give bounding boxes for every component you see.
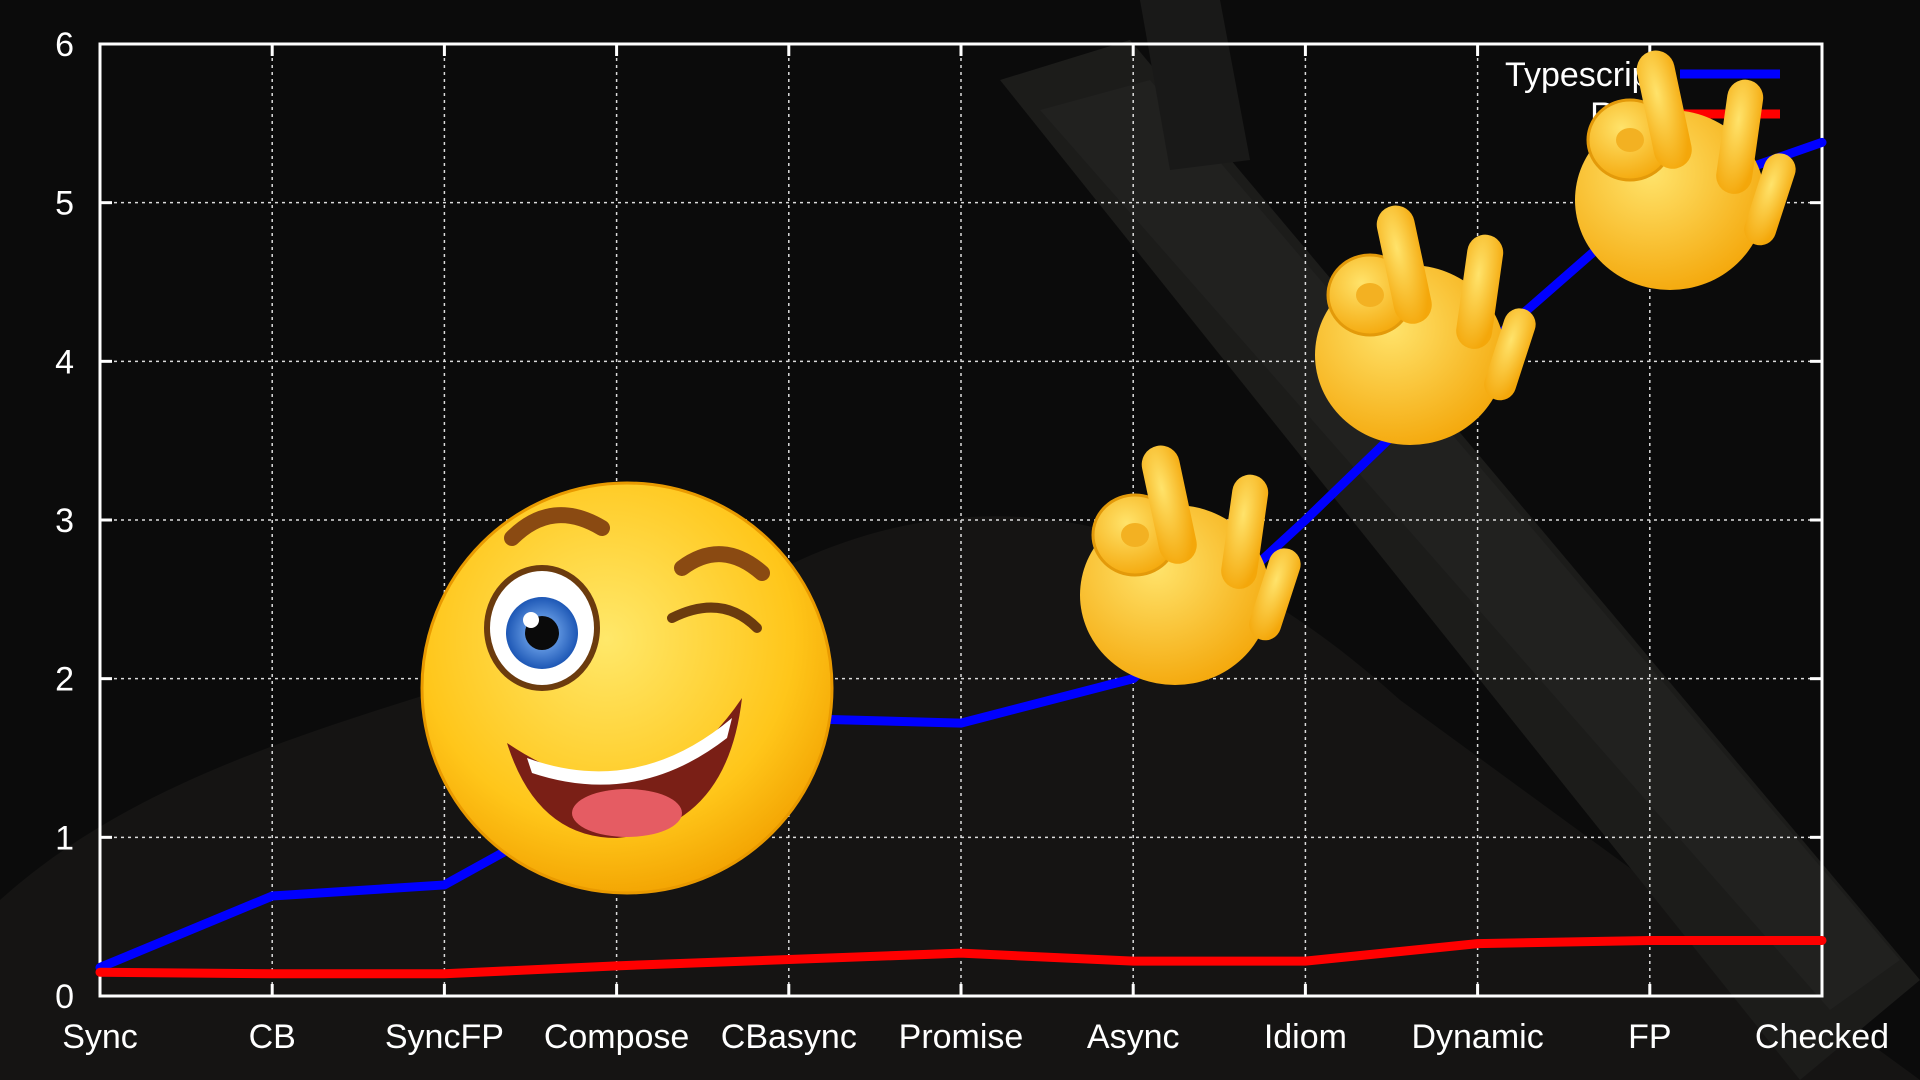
- x-tick-label: CBasync: [721, 1018, 857, 1056]
- x-tick-label: Checked: [1755, 1018, 1889, 1056]
- x-tick-label: CB: [249, 1018, 296, 1056]
- y-tick-label: 6: [55, 26, 74, 64]
- x-tick-label: FP: [1628, 1018, 1671, 1056]
- y-tick-label: 4: [55, 343, 74, 381]
- line-chart: TypescriptRust SyncCBSyncFPComposeCBasyn…: [0, 0, 1920, 1080]
- x-tick-label: Sync: [62, 1018, 138, 1056]
- y-tick-label: 0: [55, 978, 74, 1016]
- x-tick-label: Idiom: [1264, 1018, 1347, 1056]
- winking-smiley-sticker: [420, 481, 834, 895]
- legend-label-typescript: Typescript: [1505, 56, 1660, 94]
- x-tick-label: Dynamic: [1411, 1018, 1543, 1056]
- x-tick-label: Promise: [899, 1018, 1024, 1056]
- x-tick-label: Async: [1087, 1018, 1180, 1056]
- y-tick-label: 5: [55, 185, 74, 223]
- y-tick-label: 2: [55, 661, 74, 699]
- x-tick-label: SyncFP: [385, 1018, 504, 1056]
- y-tick-label: 1: [55, 819, 74, 857]
- y-tick-label: 3: [55, 502, 74, 540]
- chart-figure: TypescriptRust SyncCBSyncFPComposeCBasyn…: [0, 0, 1920, 1080]
- x-tick-label: Compose: [544, 1018, 690, 1056]
